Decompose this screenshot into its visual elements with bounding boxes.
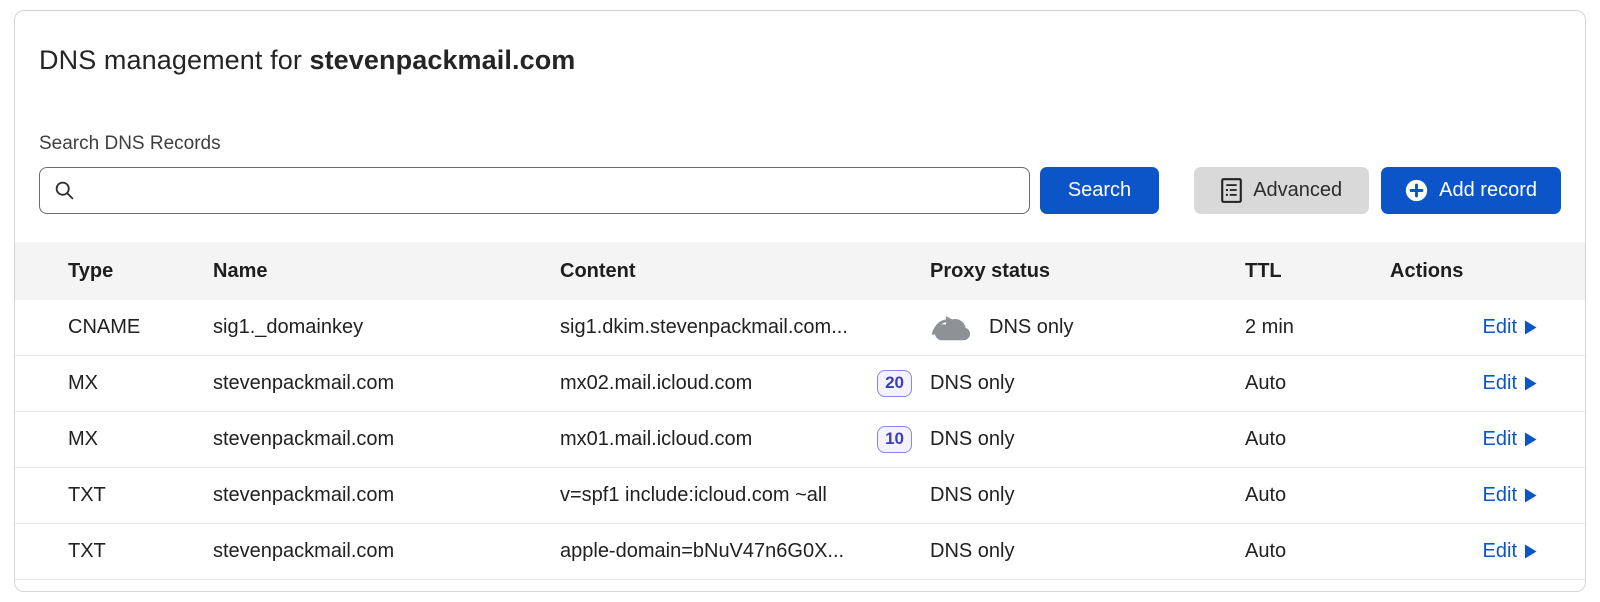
edit-link[interactable]: Edit bbox=[1483, 372, 1537, 395]
proxy-status-text: DNS only bbox=[930, 484, 1014, 507]
cell-content: apple-domain=bNuV47n6G0X... bbox=[560, 540, 930, 563]
cell-ttl: Auto bbox=[1245, 428, 1390, 451]
plus-circle-icon bbox=[1405, 179, 1428, 202]
add-record-button[interactable]: Add record bbox=[1381, 167, 1561, 214]
search-row: Search Advanced Add record bbox=[39, 167, 1561, 214]
cell-content: mx02.mail.icloud.com 20 bbox=[560, 370, 930, 396]
cell-ttl: Auto bbox=[1245, 372, 1390, 395]
cell-proxy-status: DNS only bbox=[930, 313, 1245, 342]
cell-ttl: 2 min bbox=[1245, 316, 1390, 339]
cell-ttl: Auto bbox=[1245, 484, 1390, 507]
edit-caret-icon bbox=[1525, 432, 1537, 447]
content-text: v=spf1 include:icloud.com ~all bbox=[560, 484, 827, 507]
edit-caret-icon bbox=[1525, 544, 1537, 559]
cell-ttl: Auto bbox=[1245, 540, 1390, 563]
table-header-row: Type Name Content Proxy status TTL Actio… bbox=[15, 242, 1585, 300]
cell-content: mx01.mail.icloud.com 10 bbox=[560, 426, 930, 452]
edit-caret-icon bbox=[1525, 376, 1537, 391]
page-title: DNS management forstevenpackmail.com bbox=[39, 45, 1561, 76]
search-box[interactable] bbox=[39, 167, 1030, 214]
table-row: CNAME sig1._domainkey sig1.dkim.stevenpa… bbox=[15, 300, 1585, 356]
cell-proxy-status: DNS only bbox=[930, 428, 1245, 451]
table-row: MX stevenpackmail.com mx01.mail.icloud.c… bbox=[15, 412, 1585, 468]
proxy-status-text: DNS only bbox=[989, 316, 1073, 339]
edit-link[interactable]: Edit bbox=[1483, 540, 1537, 563]
content-text: mx01.mail.icloud.com bbox=[560, 428, 752, 451]
cell-name: stevenpackmail.com bbox=[213, 428, 560, 451]
cell-actions: Edit bbox=[1390, 316, 1585, 339]
edit-link-text: Edit bbox=[1483, 372, 1517, 395]
header-name: Name bbox=[213, 260, 560, 283]
edit-caret-icon bbox=[1525, 488, 1537, 503]
content-text: sig1.dkim.stevenpackmail.com... bbox=[560, 316, 848, 339]
dns-records-table: Type Name Content Proxy status TTL Actio… bbox=[15, 242, 1585, 580]
edit-link-text: Edit bbox=[1483, 540, 1517, 563]
header-proxy-status: Proxy status bbox=[930, 260, 1245, 283]
cell-proxy-status: DNS only bbox=[930, 540, 1245, 563]
search-label: Search DNS Records bbox=[39, 133, 1561, 155]
content-text: mx02.mail.icloud.com bbox=[560, 372, 752, 395]
table-body: CNAME sig1._domainkey sig1.dkim.stevenpa… bbox=[15, 300, 1585, 580]
cell-type: CNAME bbox=[68, 316, 213, 339]
page-title-domain: stevenpackmail.com bbox=[309, 45, 575, 75]
edit-caret-icon bbox=[1525, 320, 1537, 335]
cell-actions: Edit bbox=[1390, 540, 1585, 563]
cell-type: MX bbox=[68, 428, 213, 451]
edit-link-text: Edit bbox=[1483, 428, 1517, 451]
cell-actions: Edit bbox=[1390, 484, 1585, 507]
table-row: TXT stevenpackmail.com v=spf1 include:ic… bbox=[15, 468, 1585, 524]
cell-type: MX bbox=[68, 372, 213, 395]
cell-proxy-status: DNS only bbox=[930, 372, 1245, 395]
search-icon bbox=[54, 180, 75, 201]
add-record-button-label: Add record bbox=[1439, 179, 1537, 202]
table-row: TXT stevenpackmail.com apple-domain=bNuV… bbox=[15, 524, 1585, 580]
dns-management-card: DNS management forstevenpackmail.com Sea… bbox=[14, 10, 1586, 592]
proxy-status-text: DNS only bbox=[930, 540, 1014, 563]
edit-link-text: Edit bbox=[1483, 484, 1517, 507]
table-row: MX stevenpackmail.com mx02.mail.icloud.c… bbox=[15, 356, 1585, 412]
page-title-prefix: DNS management for bbox=[39, 45, 302, 75]
edit-link[interactable]: Edit bbox=[1483, 428, 1537, 451]
header-type: Type bbox=[68, 260, 213, 283]
priority-badge: 20 bbox=[877, 370, 912, 396]
cell-name: sig1._domainkey bbox=[213, 316, 560, 339]
advanced-button[interactable]: Advanced bbox=[1194, 167, 1369, 214]
cell-name: stevenpackmail.com bbox=[213, 540, 560, 563]
cell-actions: Edit bbox=[1390, 372, 1585, 395]
proxy-status-text: DNS only bbox=[930, 372, 1014, 395]
header-ttl: TTL bbox=[1245, 260, 1390, 283]
cell-content: v=spf1 include:icloud.com ~all bbox=[560, 484, 930, 507]
cell-content: sig1.dkim.stevenpackmail.com... bbox=[560, 316, 930, 339]
cell-type: TXT bbox=[68, 484, 213, 507]
header-content: Content bbox=[560, 260, 930, 283]
header-actions: Actions bbox=[1390, 260, 1585, 283]
cell-type: TXT bbox=[68, 540, 213, 563]
edit-link[interactable]: Edit bbox=[1483, 484, 1537, 507]
advanced-button-label: Advanced bbox=[1253, 179, 1342, 202]
search-input[interactable] bbox=[85, 168, 1015, 213]
cell-name: stevenpackmail.com bbox=[213, 372, 560, 395]
edit-link-text: Edit bbox=[1483, 316, 1517, 339]
list-document-icon bbox=[1221, 178, 1242, 203]
cell-proxy-status: DNS only bbox=[930, 484, 1245, 507]
search-button[interactable]: Search bbox=[1040, 167, 1159, 214]
content-text: apple-domain=bNuV47n6G0X... bbox=[560, 540, 844, 563]
priority-badge: 10 bbox=[877, 426, 912, 452]
edit-link[interactable]: Edit bbox=[1483, 316, 1537, 339]
cell-actions: Edit bbox=[1390, 428, 1585, 451]
dns-only-cloud-icon bbox=[930, 313, 974, 342]
proxy-status-text: DNS only bbox=[930, 428, 1014, 451]
cell-name: stevenpackmail.com bbox=[213, 484, 560, 507]
